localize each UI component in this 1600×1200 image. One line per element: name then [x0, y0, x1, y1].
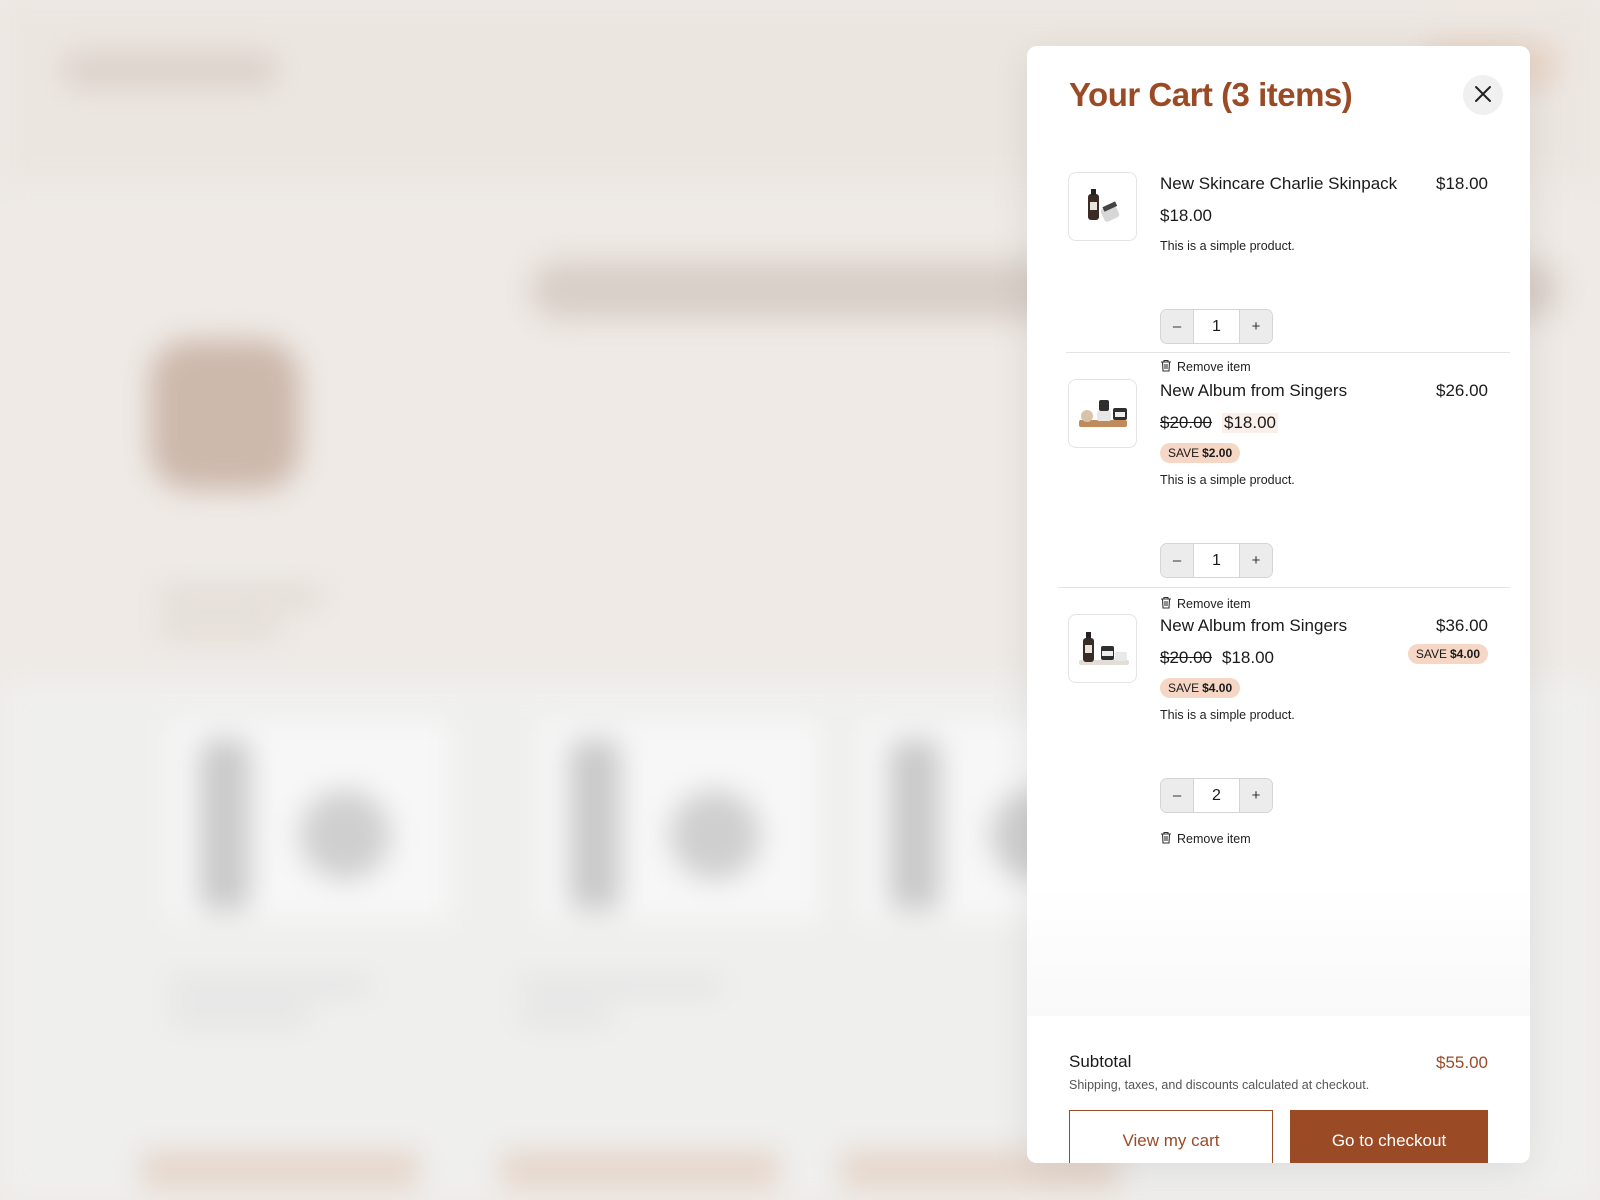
save-badge-amount: $4.00 — [1449, 647, 1480, 661]
view-cart-button[interactable]: View my cart — [1069, 1110, 1273, 1163]
product-thumbnail[interactable] — [1068, 614, 1137, 683]
item-name[interactable]: New Album from Singers — [1160, 381, 1347, 401]
close-button[interactable] — [1463, 75, 1503, 115]
background-text — [160, 620, 280, 634]
product-image — [1078, 399, 1127, 427]
remove-item-label: Remove item — [1177, 832, 1251, 846]
item-sale-price: $18.00 — [1222, 648, 1274, 667]
remove-item-button[interactable]: Remove item — [1160, 359, 1251, 375]
trash-icon — [1160, 831, 1172, 847]
trash-icon — [1160, 596, 1172, 612]
save-badge-label: SAVE — [1168, 446, 1200, 460]
cart-title: Your Cart (3 items) — [1069, 76, 1353, 113]
quantity-input[interactable] — [1193, 779, 1240, 812]
cart-footer: Subtotal $55.00 Shipping, taxes, and dis… — [1027, 1016, 1530, 1163]
item-price: $20.00 $18.00 — [1160, 413, 1278, 433]
subtotal-label: Subtotal — [1069, 1052, 1132, 1071]
close-icon — [1474, 85, 1492, 106]
increase-quantity-button[interactable]: + — [1240, 310, 1272, 343]
decrease-quantity-button[interactable]: – — [1161, 779, 1193, 812]
item-price: $20.00 $18.00 — [1160, 648, 1274, 668]
item-price: $18.00 — [1160, 206, 1212, 226]
background-logo — [60, 50, 280, 90]
item-description: This is a simple product. — [1160, 239, 1295, 253]
item-divider — [1058, 587, 1510, 588]
item-original-price: $20.00 — [1160, 648, 1212, 667]
product-image — [1078, 631, 1129, 665]
remove-item-label: Remove item — [1177, 597, 1251, 611]
item-divider — [1066, 352, 1510, 353]
background-product-card — [170, 720, 450, 920]
background-footer-block — [140, 1150, 420, 1190]
footer-fade — [1027, 886, 1530, 1016]
quantity-stepper: – + — [1160, 309, 1273, 344]
background-footer-block — [500, 1150, 780, 1190]
item-original-price: $20.00 — [1160, 413, 1212, 432]
background-text — [520, 1010, 610, 1022]
background-hero-image — [150, 340, 300, 490]
shipping-note: Shipping, taxes, and discounts calculate… — [1069, 1078, 1370, 1092]
save-badge-label: SAVE — [1415, 647, 1447, 661]
item-line-total: $26.00 — [1436, 381, 1488, 400]
decrease-quantity-button[interactable]: – — [1161, 310, 1193, 343]
save-badge-amount: $4.00 — [1202, 681, 1233, 695]
save-badge-label: SAVE — [1168, 681, 1200, 695]
item-unit-price: $18.00 — [1160, 206, 1212, 225]
remove-item-button[interactable]: Remove item — [1160, 831, 1251, 847]
product-image — [1087, 188, 1119, 222]
save-badge: SAVE $2.00 — [1160, 443, 1241, 463]
decrease-quantity-button[interactable]: – — [1161, 544, 1193, 577]
item-description: This is a simple product. — [1160, 473, 1295, 487]
subtotal-value: $55.00 — [1436, 1053, 1488, 1072]
item-sale-price: $18.00 — [1222, 413, 1278, 433]
background-text — [520, 980, 720, 992]
product-thumbnail[interactable] — [1068, 172, 1137, 241]
trash-icon — [1160, 359, 1172, 375]
quantity-stepper: – + — [1160, 778, 1273, 813]
quantity-input[interactable] — [1193, 310, 1240, 343]
item-name[interactable]: New Skincare Charlie Skinpack — [1160, 174, 1397, 194]
save-badge-amount: $2.00 — [1202, 446, 1233, 460]
background-text — [160, 590, 320, 604]
background-product-card — [540, 720, 820, 920]
checkout-button[interactable]: Go to checkout — [1290, 1110, 1488, 1163]
increase-quantity-button[interactable]: + — [1240, 544, 1272, 577]
product-thumbnail[interactable] — [1068, 379, 1137, 448]
background-text — [170, 1010, 310, 1022]
increase-quantity-button[interactable]: + — [1240, 779, 1272, 812]
quantity-stepper: – + — [1160, 543, 1273, 578]
item-line-total: $18.00 — [1436, 174, 1488, 193]
line-save-badge: SAVE $4.00 — [1407, 644, 1488, 664]
save-badge: SAVE $4.00 — [1160, 678, 1241, 698]
remove-item-button[interactable]: Remove item — [1160, 596, 1251, 612]
item-description: This is a simple product. — [1160, 708, 1295, 722]
cart-drawer: Your Cart (3 items) New Skincare Charlie… — [1027, 46, 1530, 1163]
item-name[interactable]: New Album from Singers — [1160, 616, 1347, 636]
item-line-total: $36.00 — [1436, 616, 1488, 635]
quantity-input[interactable] — [1193, 544, 1240, 577]
remove-item-label: Remove item — [1177, 360, 1251, 374]
background-text — [170, 980, 370, 992]
